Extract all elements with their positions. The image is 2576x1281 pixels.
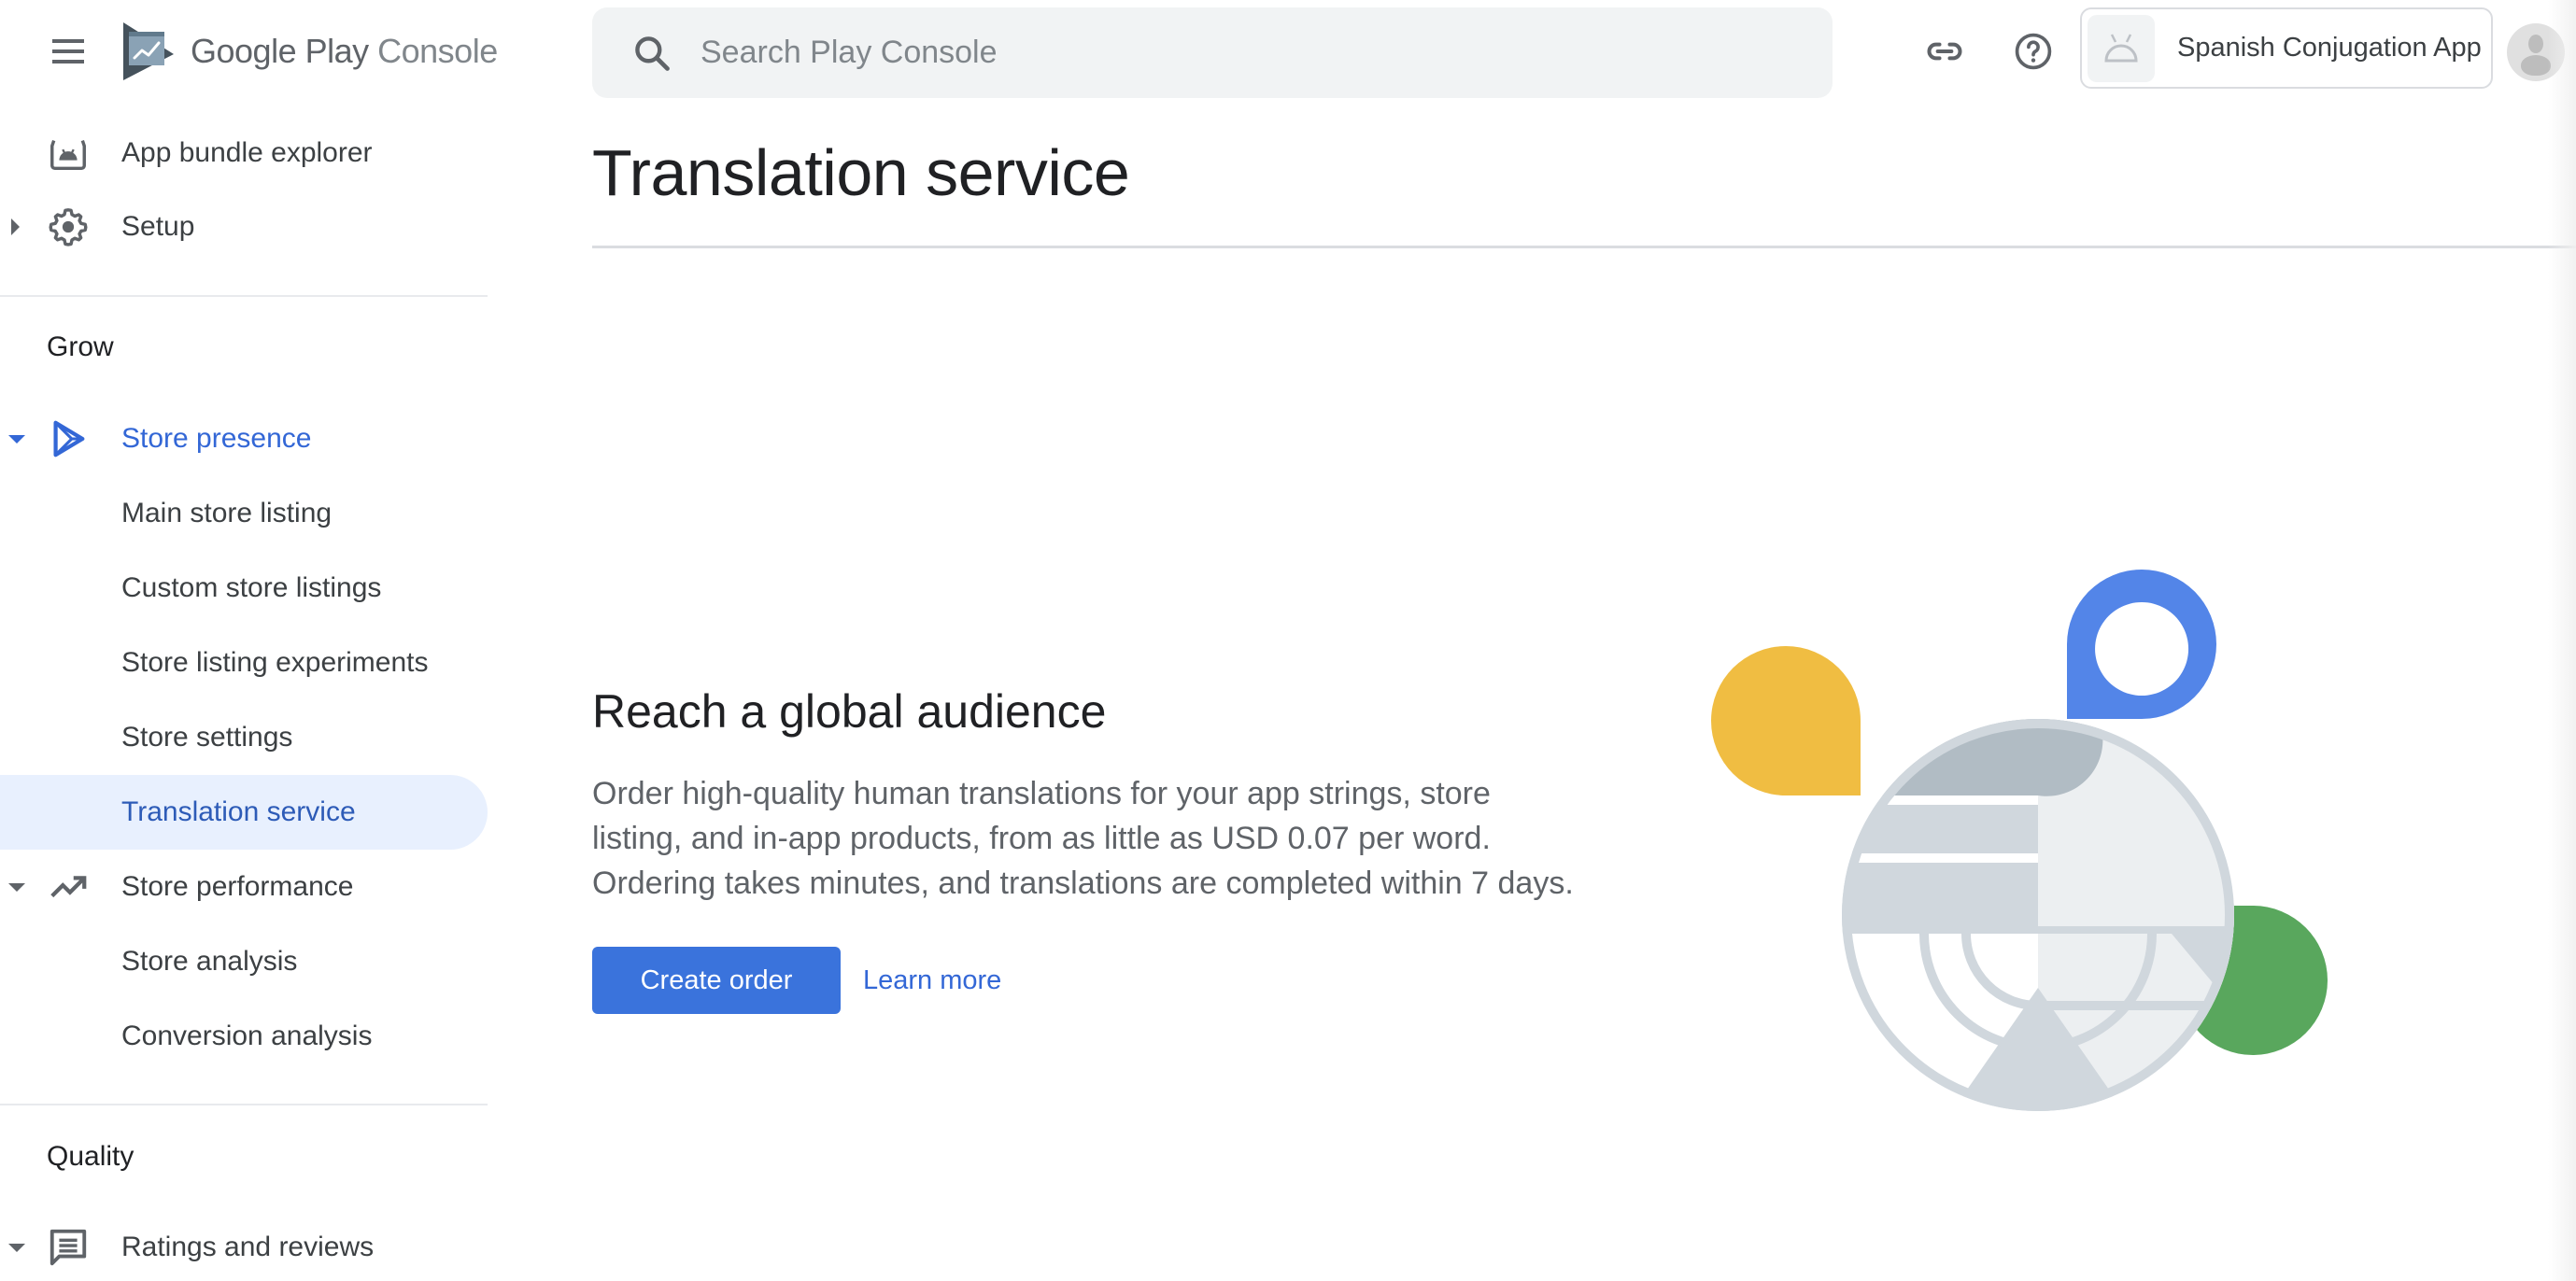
help-icon [2015,33,2052,70]
globe-icon [1842,719,2234,1111]
sidebar-item-label: Custom store listings [121,572,382,603]
copy-link-button[interactable] [1915,21,1974,81]
reviews-icon [47,1226,90,1269]
sidebar-divider [0,295,488,297]
help-button[interactable] [2003,21,2063,81]
sidebar-item-conversion-analysis[interactable]: Conversion analysis [0,999,488,1074]
hero-description: Order high-quality human translations fo… [592,776,1574,901]
trending-up-icon [47,866,90,908]
sidebar-item-label: Store settings [121,722,293,753]
learn-more-link[interactable]: Learn more [863,947,1001,1014]
yellow-pin-icon [1711,646,1861,795]
blue-pin-icon [2067,570,2216,719]
sidebar-item-label: Setup [121,211,195,242]
scrollbar-track[interactable] [2548,0,2576,1281]
globe-illustration [1711,570,2328,1111]
sidebar-item-store-analysis[interactable]: Store analysis [0,924,488,999]
gear-icon [47,205,90,248]
caret-down-icon[interactable] [8,434,25,443]
play-outline-icon [47,417,90,460]
sidebar-item-ratings-and-reviews[interactable]: Ratings and reviews [0,1210,488,1281]
android-icon [2104,33,2138,62]
avatar-head-icon [2528,35,2543,53]
sidebar-item-store-listing-experiments[interactable]: Store listing experiments [0,626,488,700]
title-divider [592,246,2576,248]
sidebar-item-label: App bundle explorer [121,137,373,168]
sidebar-item-store-settings[interactable]: Store settings [0,700,488,775]
sidebar-item-label: Store performance [121,871,354,902]
sidebar-item-store-performance[interactable]: Store performance [0,850,488,924]
link-icon [1927,42,1962,61]
sidebar-item-translation-service[interactable]: Translation service [0,775,488,850]
page-title: Translation service [592,136,1130,209]
caret-down-icon[interactable] [8,882,25,892]
sidebar-item-label: Main store listing [121,498,333,528]
hero-heading: Reach a global audience [592,685,1107,738]
caret-down-icon[interactable] [8,1243,25,1252]
sidebar: App bundle explorer Setup Grow Store pre… [0,0,488,1281]
sidebar-item-label: Store listing experiments [121,647,429,678]
sidebar-item-label: Store presence [121,423,312,454]
caret-right-icon[interactable] [11,218,20,235]
search-icon [635,35,670,71]
app-selector[interactable]: Spanish Conjugation App [2080,7,2493,89]
app-name: Spanish Conjugation App [2177,33,2482,63]
app-bundle-icon [47,132,90,175]
sidebar-item-store-presence[interactable]: Store presence [0,401,488,476]
section-title-grow: Grow [47,331,114,362]
search-input[interactable] [701,35,1728,71]
sidebar-item-label: Ratings and reviews [121,1232,375,1262]
sidebar-divider [0,1104,488,1105]
avatar-body-icon [2521,55,2551,76]
sidebar-item-main-store-listing[interactable]: Main store listing [0,476,488,551]
sidebar-item-setup[interactable]: Setup [0,190,488,264]
section-title-quality: Quality [47,1141,134,1172]
sidebar-item-label: Store analysis [121,946,298,977]
sidebar-item-label: Conversion analysis [121,1021,373,1051]
create-order-button[interactable]: Create order [592,947,841,1014]
sidebar-item-label: Translation service [121,796,356,827]
sidebar-item-custom-store-listings[interactable]: Custom store listings [0,551,488,626]
sidebar-item-app-bundle-explorer[interactable]: App bundle explorer [0,116,488,190]
app-icon [2088,14,2155,82]
search-bar[interactable] [592,7,1833,98]
